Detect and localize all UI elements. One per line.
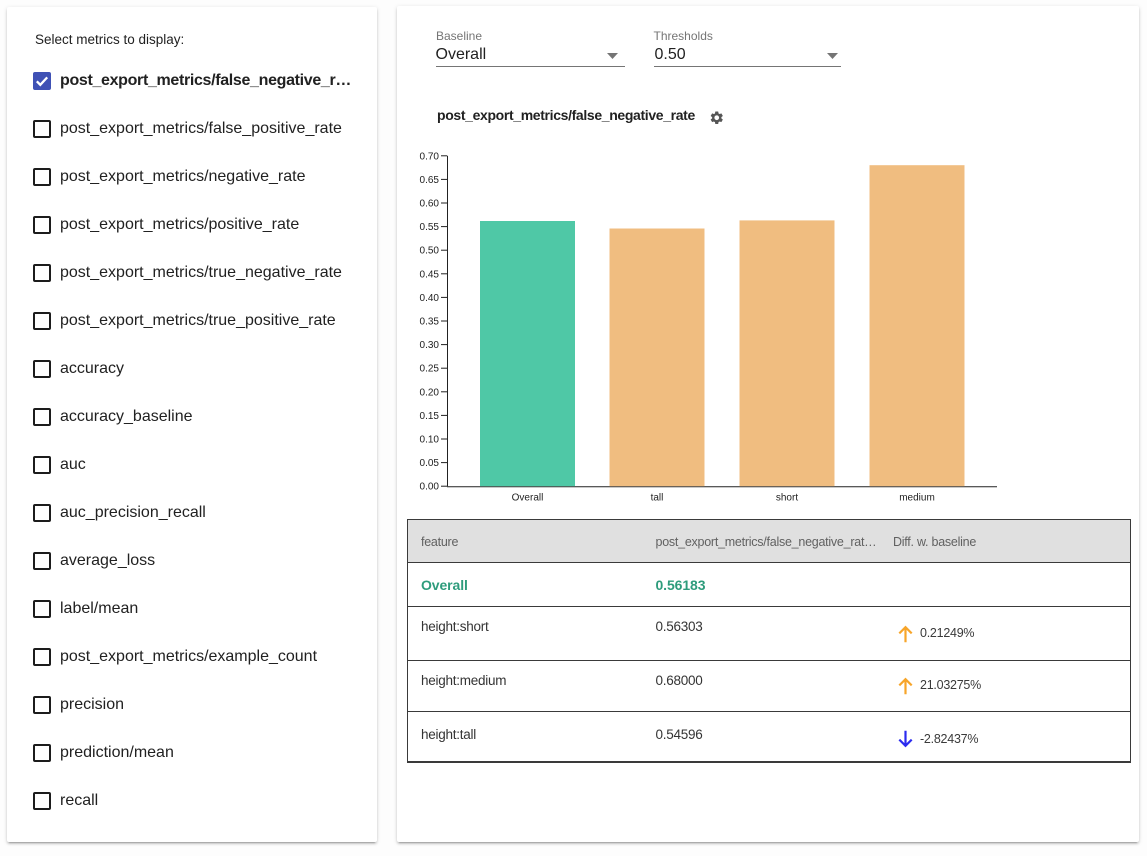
svg-text:0.30: 0.30 [420, 340, 440, 351]
svg-text:0.45: 0.45 [420, 269, 440, 280]
svg-text:0.65: 0.65 [420, 175, 440, 186]
svg-text:0.70: 0.70 [420, 151, 440, 162]
svg-text:0.20: 0.20 [420, 387, 440, 398]
svg-text:tall: tall [651, 493, 664, 504]
svg-text:0.35: 0.35 [420, 317, 440, 328]
svg-text:0.25: 0.25 [420, 364, 440, 375]
svg-text:0.60: 0.60 [420, 199, 440, 210]
svg-text:short: short [776, 493, 798, 504]
svg-text:0.05: 0.05 [420, 458, 440, 469]
svg-text:0.10: 0.10 [420, 435, 440, 446]
svg-text:0.55: 0.55 [420, 222, 440, 233]
svg-text:Overall: Overall [512, 493, 544, 504]
svg-text:0.50: 0.50 [420, 246, 440, 257]
svg-text:0.40: 0.40 [420, 293, 440, 304]
svg-text:medium: medium [899, 493, 935, 504]
svg-text:0.15: 0.15 [420, 411, 440, 422]
svg-text:0.00: 0.00 [420, 482, 440, 493]
